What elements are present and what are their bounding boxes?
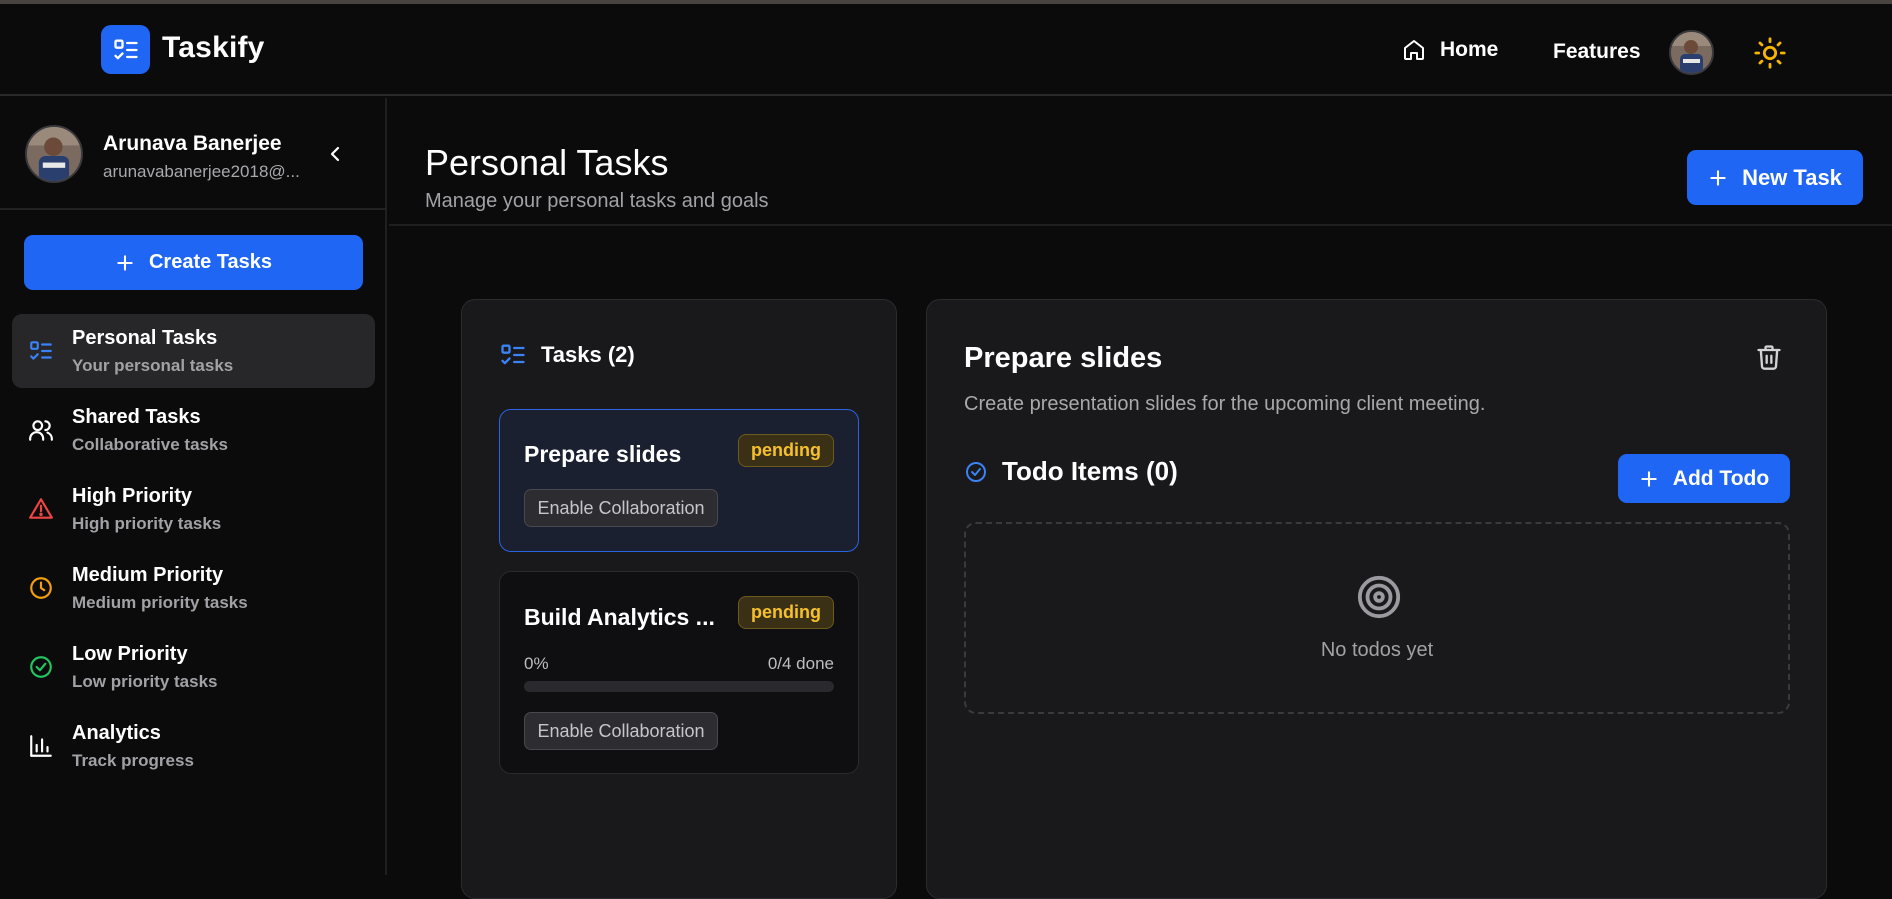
- plus-icon: [1641, 470, 1657, 487]
- sidebar-profile: Arunava Banerjee arunavabanerjee2018@...: [0, 98, 387, 210]
- new-task-label: New Task: [1742, 164, 1842, 190]
- sidebar-item-medium-priority[interactable]: Medium Priority Medium priority tasks: [12, 551, 375, 625]
- progress-done-count: 0/4 done: [767, 654, 834, 673]
- logo[interactable]: [101, 25, 150, 74]
- add-todo-label: Add Todo: [1672, 466, 1770, 490]
- task-card-prepare-slides[interactable]: Prepare slides pending Enable Collaborat…: [499, 409, 859, 552]
- sidebar-item-subtitle: Medium priority tasks: [72, 593, 248, 612]
- new-task-button[interactable]: New Task: [1687, 150, 1863, 205]
- sidebar-item-title: Medium Priority: [72, 564, 224, 586]
- alert-triangle-icon: [29, 498, 53, 519]
- home-icon: [1404, 40, 1424, 60]
- sidebar-item-analytics[interactable]: Analytics Track progress: [12, 709, 375, 783]
- nav-features-link[interactable]: Features: [1553, 40, 1641, 64]
- todo-items-count-label: Todo Items (0): [1002, 456, 1178, 486]
- sun-icon: [1754, 37, 1786, 69]
- avatar-image: [1671, 32, 1712, 73]
- profile-avatar: [25, 125, 83, 183]
- check-circle-icon: [30, 656, 52, 678]
- empty-state-text: No todos yet: [1320, 639, 1434, 661]
- sidebar-item-subtitle: Collaborative tasks: [72, 435, 228, 454]
- task-detail-description: Create presentation slides for the upcom…: [964, 393, 1486, 415]
- sidebar-item-title: Low Priority: [72, 643, 188, 665]
- profile-name: Arunava Banerjee: [103, 132, 282, 155]
- page-title: Personal Tasks: [425, 142, 669, 183]
- sidebar-item-shared-tasks[interactable]: Shared Tasks Collaborative tasks: [12, 393, 375, 467]
- tasks-header: Tasks (2): [499, 341, 635, 369]
- sidebar-item-title: Analytics: [72, 722, 161, 744]
- nav-home-link[interactable]: Home: [1402, 38, 1498, 62]
- list-check-icon: [30, 341, 52, 360]
- target-icon: [1357, 575, 1401, 619]
- profile-email: arunavabanerjee2018@...: [103, 162, 300, 181]
- list-check-icon: [501, 344, 525, 365]
- plus-icon: [1710, 169, 1726, 186]
- sidebar-item-subtitle: Your personal tasks: [72, 356, 234, 375]
- user-avatar[interactable]: [1669, 30, 1714, 75]
- theme-toggle-button[interactable]: [1753, 36, 1787, 70]
- task-card-build-analytics[interactable]: Build Analytics ... pending 0% 0/4 done …: [499, 571, 859, 774]
- create-tasks-button[interactable]: Create Tasks: [24, 235, 363, 290]
- sidebar-item-title: Shared Tasks: [72, 406, 201, 428]
- sidebar-item-subtitle: Track progress: [72, 751, 194, 770]
- top-navbar: Taskify Home Features: [0, 4, 1892, 96]
- nav-home-label: Home: [1440, 38, 1499, 61]
- todo-items-header: Todo Items (0): [964, 456, 1178, 487]
- sidebar: Arunava Banerjee arunavabanerjee2018@...…: [0, 98, 387, 875]
- page-header: Personal Tasks Manage your personal task…: [389, 98, 1892, 226]
- enable-collaboration-button[interactable]: Enable Collaboration: [524, 712, 718, 750]
- progress-percent: 0%: [524, 654, 549, 673]
- chevron-left-icon: [330, 146, 340, 162]
- sidebar-item-personal-tasks[interactable]: Personal Tasks Your personal tasks: [12, 314, 375, 388]
- task-title: Build Analytics ...: [524, 604, 715, 630]
- sidebar-item-low-priority[interactable]: Low Priority Low priority tasks: [12, 630, 375, 704]
- task-detail-panel: Prepare slides Create presentation slide…: [926, 299, 1827, 899]
- status-badge: pending: [738, 434, 834, 467]
- plus-icon: [117, 254, 133, 271]
- task-detail-title: Prepare slides: [964, 342, 1163, 374]
- users-icon: [29, 420, 53, 441]
- avatar-image: [27, 127, 81, 181]
- progress-bar: [524, 681, 834, 692]
- clock-icon: [30, 577, 52, 599]
- status-badge: pending: [738, 596, 834, 629]
- task-title: Prepare slides: [524, 441, 682, 467]
- bar-chart-icon: [30, 735, 52, 757]
- tasks-count-label: Tasks (2): [541, 342, 635, 367]
- enable-collaboration-button[interactable]: Enable Collaboration: [524, 489, 718, 527]
- create-tasks-label: Create Tasks: [148, 251, 273, 273]
- delete-task-button[interactable]: [1755, 343, 1783, 371]
- sidebar-item-subtitle: Low priority tasks: [72, 672, 218, 691]
- list-check-icon: [113, 39, 138, 59]
- sidebar-item-subtitle: High priority tasks: [72, 514, 222, 533]
- brand-name[interactable]: Taskify: [162, 31, 265, 65]
- add-todo-button[interactable]: Add Todo: [1618, 454, 1790, 503]
- collapse-sidebar-button[interactable]: [323, 142, 347, 166]
- sidebar-item-title: Personal Tasks: [72, 327, 218, 349]
- sidebar-item-high-priority[interactable]: High Priority High priority tasks: [12, 472, 375, 546]
- todos-empty-state: No todos yet: [964, 522, 1790, 714]
- sidebar-item-title: High Priority: [72, 485, 193, 507]
- trash-icon: [1757, 345, 1781, 370]
- check-circle-icon: [966, 461, 986, 482]
- page-subtitle: Manage your personal tasks and goals: [425, 190, 769, 212]
- tasks-panel: Tasks (2) Prepare slides pending Enable …: [461, 299, 897, 899]
